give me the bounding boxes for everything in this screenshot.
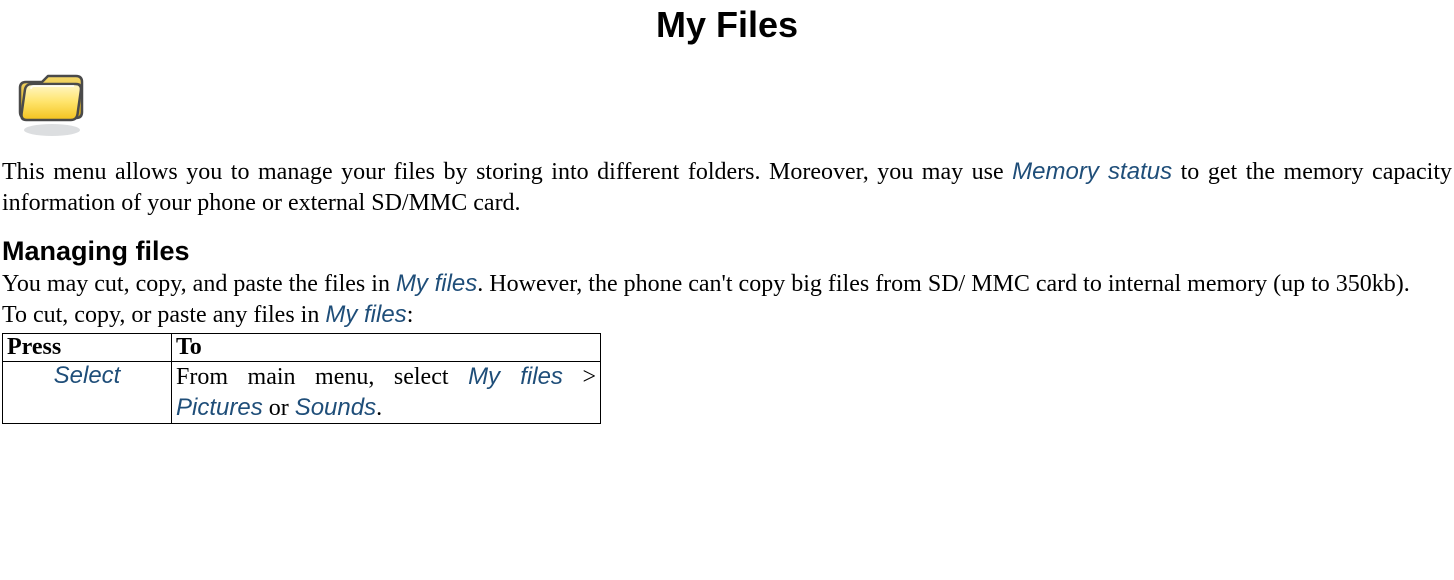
to-end: . xyxy=(376,395,382,421)
to-cell-1: From main menu, select My files > Pictur… xyxy=(172,361,601,423)
to-text-1: From main menu, select xyxy=(176,364,468,390)
intro-text-1: This menu allows you to manage your file… xyxy=(2,159,1012,185)
header-press: Press xyxy=(3,333,172,361)
managing-files-paragraph-2: To cut, copy, or paste any files in My f… xyxy=(2,300,1452,331)
instruction-table: Press To Select From main menu, select M… xyxy=(2,333,601,424)
my-files-keyword-3: My files xyxy=(468,363,563,390)
table-header-row: Press To xyxy=(3,333,601,361)
table-row: Select From main menu, select My files >… xyxy=(3,361,601,423)
press-cell-select: Select xyxy=(3,361,172,423)
folder-icon xyxy=(12,68,1454,147)
managing-files-heading: Managing files xyxy=(2,236,1454,267)
header-to: To xyxy=(172,333,601,361)
managing-files-paragraph-1: You may cut, copy, and paste the files i… xyxy=(2,269,1452,300)
intro-paragraph: This menu allows you to manage your file… xyxy=(2,157,1452,218)
sounds-keyword: Sounds xyxy=(295,394,376,421)
p2-text-2: : xyxy=(407,302,414,328)
pictures-keyword: Pictures xyxy=(176,394,263,421)
page-title: My Files xyxy=(0,4,1454,46)
my-files-keyword-2: My files xyxy=(325,301,406,328)
p1-text-2: . However, the phone can't copy big file… xyxy=(477,271,1410,297)
to-sep: > xyxy=(563,364,596,390)
to-or: or xyxy=(263,395,295,421)
p2-text-1: To cut, copy, or paste any files in xyxy=(2,302,325,328)
my-files-keyword: My files xyxy=(396,270,477,297)
memory-status-keyword: Memory status xyxy=(1012,158,1172,185)
p1-text-1: You may cut, copy, and paste the files i… xyxy=(2,271,396,297)
